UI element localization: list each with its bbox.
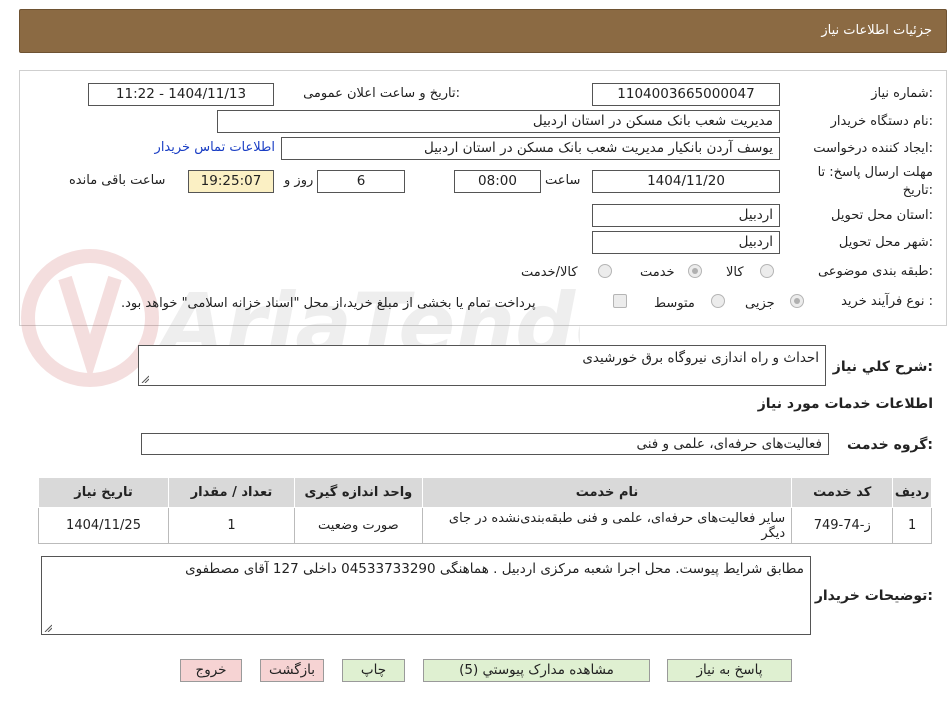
view-attachments-button[interactable]: مشاهده مدارک پیوستي (5) [423, 659, 650, 682]
summary-text: احداث و راه اندازی نیروگاه برق خورشیدی [582, 350, 819, 366]
services-table-header: ردیف کد خدمت نام خدمت واحد اندازه گیری ت… [37, 477, 932, 508]
announce-date-field: 1404/11/13 - 11:22 [88, 83, 274, 106]
services-table: ردیف کد خدمت نام خدمت واحد اندازه گیری ت… [37, 477, 932, 544]
remaining-time-label: ساعت باقی مانده [69, 173, 166, 188]
cell-code: ز-74-749 [791, 507, 894, 544]
cell-unit: صورت وضعیت [293, 507, 423, 544]
buyer-notes-label: توضیحات خریدار: [814, 588, 933, 604]
treasury-payment-note: پرداخت تمام یا بخشی از مبلغ خرید،از محل … [121, 296, 536, 311]
province-field: اردبیل [592, 204, 780, 227]
deadline-time-label: ساعت [545, 173, 581, 188]
treasury-payment-checkbox[interactable] [613, 294, 627, 308]
col-name: نام خدمت [421, 477, 793, 508]
category-option-goods: کالا [726, 265, 744, 280]
col-index: ردیف [892, 477, 932, 508]
days-remaining-field: 6 [317, 170, 405, 193]
process-radio-partial[interactable] [790, 294, 804, 308]
summary-textarea[interactable]: احداث و راه اندازی نیروگاه برق خورشیدی [138, 345, 826, 386]
category-label: طبقه بندی موضوعی: [817, 264, 933, 279]
back-button[interactable]: بازگشت [260, 659, 324, 682]
service-group-field: فعالیت‌های حرفه‌ای، علمی و فنی [141, 433, 829, 455]
col-code: کد خدمت [791, 477, 894, 508]
print-button[interactable]: چاپ [342, 659, 405, 682]
process-option-partial: جزیی [745, 296, 775, 311]
requester-label: ایجاد کننده درخواست: [813, 141, 933, 156]
province-label: استان محل تحویل: [831, 208, 933, 223]
deadline-time-field: 08:00 [454, 170, 541, 193]
process-radio-medium[interactable] [711, 294, 725, 308]
need-number-label: شماره نیاز: [871, 86, 933, 101]
buyer-org-label: نام دستگاه خریدار: [830, 114, 933, 129]
col-date: تاریخ نیاز [37, 477, 170, 508]
buyer-contact-link[interactable]: اطلاعات تماس خریدار [155, 140, 275, 155]
resize-grip-icon[interactable] [141, 375, 149, 383]
summary-label: شرح کلي نياز: [832, 359, 933, 375]
category-option-goods-service: کالا/خدمت [521, 265, 578, 280]
page-header: جزئیات اطلاعات نیاز [19, 9, 947, 53]
announce-date-label: تاریخ و ساعت اعلان عمومی: [303, 86, 460, 101]
process-option-medium: متوسط [654, 296, 695, 311]
buyer-notes-text: مطابق شرایط پیوست. محل اجرا شعبه مرکزی ا… [185, 561, 804, 577]
process-type-label: نوع فرآیند خرید : [841, 294, 933, 309]
cell-name: سایر فعالیت‌های حرفه‌ای، علمی و فنی طبقه… [421, 507, 793, 544]
col-unit: واحد اندازه گیری [293, 477, 423, 508]
city-field: اردبیل [592, 231, 780, 254]
deadline-label: مهلت ارسال پاسخ: تا [817, 165, 933, 180]
reply-button[interactable]: پاسخ به نیاز [667, 659, 792, 682]
cell-index: 1 [892, 507, 932, 544]
deadline-date-field: 1404/11/20 [592, 170, 780, 193]
cell-date: 1404/11/25 [37, 507, 170, 544]
remaining-time-field: 19:25:07 [188, 170, 274, 193]
service-group-label: گروه خدمت: [847, 437, 933, 453]
category-radio-service[interactable] [688, 264, 702, 278]
exit-button[interactable]: خروج [180, 659, 242, 682]
need-number-field: 1104003665000047 [592, 83, 780, 106]
requester-field: یوسف آردن بانکیار مدیریت شعب بانک مسکن د… [281, 137, 780, 160]
buyer-notes-textarea[interactable]: مطابق شرایط پیوست. محل اجرا شعبه مرکزی ا… [41, 556, 811, 635]
table-row: 1 ز-74-749 سایر فعالیت‌های حرفه‌ای، علمی… [37, 507, 932, 544]
cell-qty: 1 [168, 507, 295, 544]
city-label: شهر محل تحویل: [838, 235, 933, 250]
days-label: روز و [284, 173, 314, 188]
category-radio-goods[interactable] [760, 264, 774, 278]
header-title: جزئیات اطلاعات نیاز [821, 23, 932, 38]
buyer-org-field: مدیریت شعب بانک مسکن در استان اردبیل [217, 110, 780, 133]
need-info-panel [19, 70, 947, 326]
services-section-title: اطلاعات خدمات مورد نیاز [757, 396, 933, 412]
resize-grip-icon[interactable] [44, 624, 52, 632]
category-radio-goods-service[interactable] [598, 264, 612, 278]
deadline-date-label: تاریخ: [902, 183, 933, 198]
category-option-service: خدمت [640, 265, 675, 280]
col-qty: تعداد / مقدار [168, 477, 295, 508]
